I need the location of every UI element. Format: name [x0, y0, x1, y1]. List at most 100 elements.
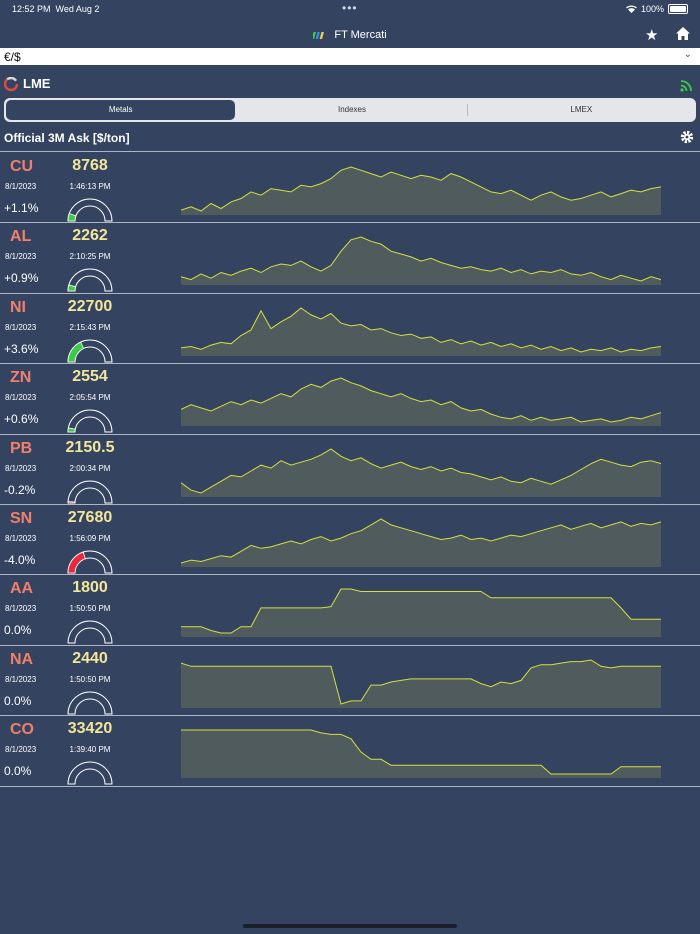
metal-price: 8768 [72, 157, 108, 174]
metal-time: 2:00:34 PM [69, 463, 111, 473]
metal-row-aa[interactable]: AA 8/1/2023 0.0% 1800 1:50:50 PM [0, 575, 700, 646]
change-gauge [67, 761, 113, 785]
metal-time: 1:46:13 PM [69, 182, 111, 191]
metal-date: 8/1/2023 [5, 252, 37, 262]
metal-date: 8/1/2023 [5, 745, 37, 755]
metal-time: 1:50:50 PM [69, 674, 111, 684]
metal-row-ni[interactable]: NI 8/1/2023 +3.6% 22700 2:15:43 PM [0, 294, 700, 365]
metal-symbol: NA [10, 650, 34, 668]
metal-symbol: CU [10, 158, 34, 175]
battery-percent: 100% [640, 4, 664, 14]
metal-time: 2:10:25 PM [69, 252, 111, 262]
status-bar: 12:52 PM Wed Aug 2 ••• 100% [0, 0, 700, 18]
app-logo-icon [313, 32, 325, 40]
metal-row-sn[interactable]: SN 8/1/2023 -4.0% 27680 1:56:09 PM [0, 505, 700, 576]
metal-time: 2:05:54 PM [69, 393, 111, 403]
metal-price: 27680 [67, 508, 113, 526]
metal-symbol: AL [10, 228, 32, 246]
metal-change: +0.6% [4, 412, 39, 427]
chevron-down-icon: ⌄ [683, 49, 692, 60]
metal-price: 2262 [72, 227, 108, 245]
price-sparkline [181, 729, 661, 779]
currency-selector[interactable]: €/$ ⌄ [0, 48, 700, 65]
metal-row-co[interactable]: CO 8/1/2023 0.0% 33420 1:39:40 PM [0, 716, 700, 787]
metal-price: 2554 [72, 368, 108, 386]
section-title: Official 3M Ask [$/ton] [4, 131, 130, 145]
change-gauge [67, 550, 113, 574]
metal-time: 2:15:43 PM [69, 322, 111, 332]
metal-change: 0.0% [4, 623, 32, 638]
status-time: 12:52 PM Wed Aug 2 [12, 4, 100, 14]
change-gauge [67, 198, 113, 222]
metal-symbol: NI [10, 298, 26, 316]
metal-change: +1.1% [4, 201, 39, 215]
favorites-star-icon[interactable]: ★ [645, 26, 658, 44]
exchange-logo-icon [4, 76, 18, 91]
tab-lmex[interactable]: LMEX [466, 100, 696, 120]
section-divider [0, 151, 700, 152]
metal-date: 8/1/2023 [5, 182, 37, 191]
battery-icon [668, 4, 688, 14]
metal-date: 8/1/2023 [5, 393, 37, 403]
metal-change: 0.0% [4, 764, 32, 779]
nav-title: FT Mercati [0, 29, 700, 41]
metal-row-pb[interactable]: PB 8/1/2023 -0.2% 2150.5 2:00:34 PM [0, 435, 700, 505]
price-sparkline [181, 659, 661, 708]
price-sparkline [181, 518, 661, 567]
metal-price: 1800 [72, 579, 108, 597]
change-gauge [67, 691, 113, 715]
multitasking-dots-icon[interactable]: ••• [342, 1, 358, 15]
metal-symbol: CO [10, 721, 34, 739]
metal-row-na[interactable]: NA 8/1/2023 0.0% 2440 1:50:50 PM [0, 646, 700, 717]
nav-bar: FT Mercati ★ [0, 22, 700, 48]
metals-list: CU 8/1/2023 +1.1% 8768 1:46:13 PM AL 8/1/2023 +… [0, 153, 700, 787]
price-sparkline [181, 588, 661, 638]
metal-change: 0.0% [4, 693, 32, 708]
metal-row-cu[interactable]: CU 8/1/2023 +1.1% 8768 1:46:13 PM [0, 153, 700, 224]
metal-change: +3.6% [4, 341, 39, 356]
metal-price: 2440 [72, 649, 108, 667]
metal-price: 2150.5 [65, 438, 115, 456]
metal-symbol: AA [10, 580, 34, 598]
metal-date: 8/1/2023 [5, 322, 37, 332]
price-sparkline [181, 447, 661, 497]
change-gauge [67, 480, 113, 504]
metal-price: 33420 [67, 720, 113, 738]
status-right: 100% [626, 4, 688, 14]
currency-value: €/$ [4, 50, 21, 64]
tab-metals[interactable]: Metals [6, 100, 236, 120]
metal-symbol: ZN [10, 369, 32, 387]
price-sparkline [181, 307, 661, 356]
price-sparkline [181, 166, 661, 215]
metal-symbol: SN [10, 509, 33, 527]
app-title: FT Mercati [334, 29, 387, 41]
metal-symbol: PB [10, 439, 33, 457]
rss-feed-icon[interactable] [680, 79, 692, 97]
metal-date: 8/1/2023 [5, 674, 37, 684]
price-sparkline [181, 236, 661, 286]
change-gauge [67, 409, 113, 433]
metal-change: -0.2% [4, 482, 36, 497]
exchange-name: LME [23, 76, 51, 91]
gear-icon[interactable] [680, 130, 694, 149]
change-gauge [67, 620, 113, 644]
price-sparkline [181, 377, 661, 427]
metal-date: 8/1/2023 [5, 463, 37, 473]
tab-indexes[interactable]: Indexes [237, 100, 466, 120]
metal-change: +0.9% [4, 271, 39, 286]
metal-change: -4.0% [4, 552, 36, 567]
wifi-icon [626, 5, 637, 13]
home-icon[interactable] [676, 27, 690, 45]
metal-time: 1:56:09 PM [69, 533, 111, 543]
change-gauge [67, 339, 113, 363]
change-gauge [67, 268, 113, 292]
metal-time: 1:39:40 PM [69, 745, 111, 755]
market-tabs: Metals Indexes LMEX [4, 98, 696, 122]
metal-price: 22700 [67, 297, 113, 315]
exchange-header: LME [4, 76, 50, 91]
metal-row-zn[interactable]: ZN 8/1/2023 +0.6% 2554 2:05:54 PM [0, 364, 700, 435]
metal-date: 8/1/2023 [5, 533, 37, 543]
metal-date: 8/1/2023 [5, 604, 37, 614]
home-indicator[interactable] [243, 924, 457, 928]
metal-row-al[interactable]: AL 8/1/2023 +0.9% 2262 2:10:25 PM [0, 223, 700, 294]
